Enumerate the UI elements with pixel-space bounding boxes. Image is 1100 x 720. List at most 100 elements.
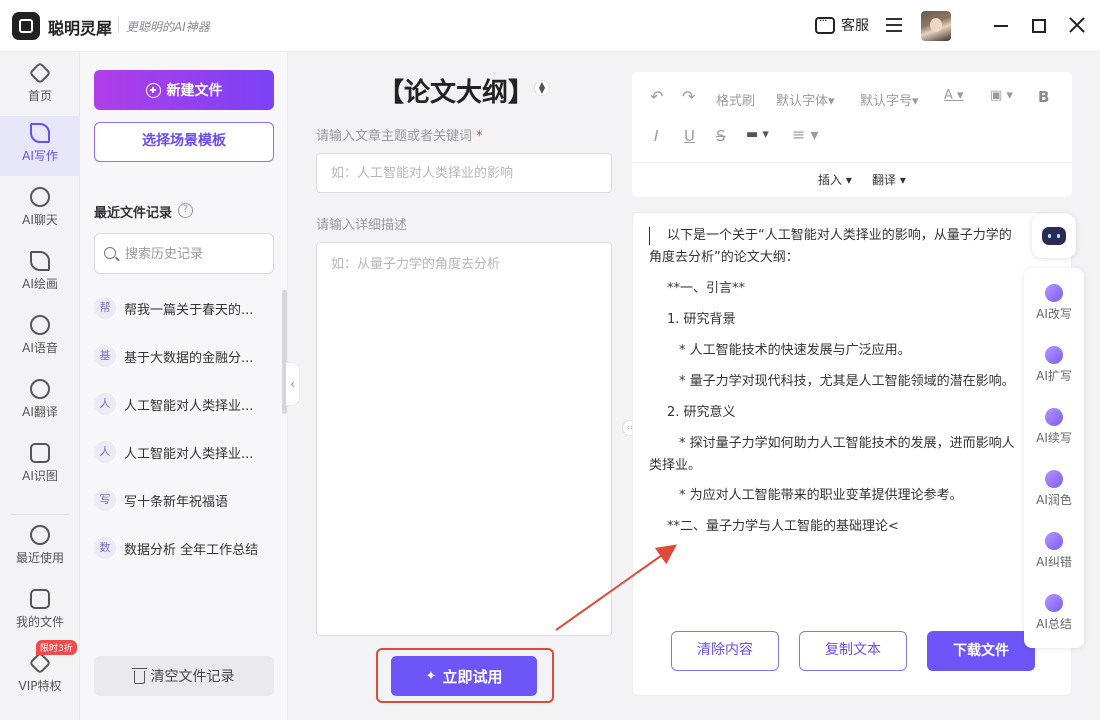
clear-content-button[interactable]: 清除内容 xyxy=(671,631,779,671)
switch-type-icon[interactable]: ▲ ▼ xyxy=(534,80,550,96)
app-slogan: 更聪明的AI神器 xyxy=(126,20,210,34)
italic-button[interactable]: I xyxy=(654,127,658,145)
file-tag: 人 xyxy=(94,393,116,415)
nav-label: AI写作 xyxy=(22,149,58,163)
help-icon[interactable]: ? xyxy=(178,203,193,218)
nav-item-ai-translate[interactable]: AI翻译 xyxy=(0,372,80,432)
translate-menu[interactable]: 翻译 ▾ xyxy=(872,171,906,188)
new-file-button[interactable]: 新建文件 xyxy=(94,70,274,110)
close-icon[interactable] xyxy=(1066,14,1088,36)
file-list-item[interactable]: 写 写十条新年祝福语 xyxy=(94,485,274,515)
required-mark: * xyxy=(476,129,483,144)
detail-label: 请输入详细描述 xyxy=(316,218,408,233)
font-size-select[interactable]: 默认字号▾ xyxy=(860,90,919,109)
nav-item-ai-painting[interactable]: AI绘画 xyxy=(0,244,80,304)
recent-files-title: 最近文件记录 xyxy=(94,206,173,221)
file-tag: 帮 xyxy=(94,297,116,319)
file-list-item[interactable]: 人 人工智能对人类择业... xyxy=(94,389,274,419)
editor-line: * 为应对人工智能带来的职业变革提供理论参考。 xyxy=(679,488,963,503)
file-tag: 人 xyxy=(94,441,116,463)
topic-label: 请输入文章主题或者关键词 * xyxy=(316,125,483,144)
history-search-input[interactable] xyxy=(125,244,269,264)
maximize-icon[interactable] xyxy=(1032,19,1046,33)
strikethrough-button[interactable]: S xyxy=(716,127,726,145)
diamond-icon xyxy=(28,651,52,675)
bold-button[interactable]: B xyxy=(1038,88,1049,106)
editor-line: **二、量子力学与人工智能的基础理论< xyxy=(667,519,899,534)
undo-icon[interactable]: ↶ xyxy=(650,87,663,106)
editor-toolbar: ↶ ↷ 格式刷 默认字体▾ 默认字号▾ A ▾ ▣ ▾ B I U S ▬ ▾ … xyxy=(632,72,1072,197)
expand-icon xyxy=(1045,346,1063,364)
nav-item-ai-voice[interactable]: AI语音 xyxy=(0,308,80,368)
nav-label: 最近使用 xyxy=(15,551,64,565)
image-scan-icon xyxy=(30,443,50,463)
ai-continue-button[interactable]: AI续写 xyxy=(1024,408,1084,446)
customer-service-button[interactable]: 客服 xyxy=(815,14,869,35)
collapse-panel-toggle[interactable]: ‹ xyxy=(286,362,300,406)
editor-line: 角度去分析”的论文大纲： xyxy=(649,250,799,265)
font-family-select[interactable]: 默认字体▾ xyxy=(776,90,835,109)
highlight-color-icon[interactable]: ▣ ▾ xyxy=(990,88,1013,103)
nav-item-home[interactable]: 首页 xyxy=(0,56,80,116)
editor-line: **一、引言** xyxy=(667,281,746,296)
select-template-button[interactable]: 选择场景模板 xyxy=(94,122,274,162)
editor-line: 1. 研究背景 xyxy=(667,312,736,327)
clear-records-button[interactable]: 清空文件记录 xyxy=(94,656,274,696)
voice-icon xyxy=(30,315,50,335)
file-list-item[interactable]: 人 人工智能对人类择业... xyxy=(94,437,274,467)
nav-label: 首页 xyxy=(27,89,52,103)
topic-input[interactable] xyxy=(316,153,612,193)
copy-text-button[interactable]: 复制文本 xyxy=(799,631,907,671)
ai-tool-label: AI扩写 xyxy=(1036,369,1072,383)
ai-polish-button[interactable]: AI润色 xyxy=(1024,470,1084,508)
font-color-icon[interactable]: A ▾ xyxy=(944,88,964,103)
minimize-icon[interactable] xyxy=(994,25,1008,27)
user-avatar[interactable] xyxy=(921,11,951,41)
download-file-button[interactable]: 下载文件 xyxy=(927,631,1035,671)
menu-icon[interactable] xyxy=(886,18,902,32)
nav-label: AI语音 xyxy=(22,341,58,355)
ai-summary-button[interactable]: AI总结 xyxy=(1024,594,1084,632)
ai-tool-label: AI纠错 xyxy=(1036,555,1072,569)
ai-correct-button[interactable]: AI纠错 xyxy=(1024,532,1084,570)
search-icon xyxy=(104,247,116,259)
ai-tool-label: AI续写 xyxy=(1036,431,1072,445)
file-title: 人工智能对人类择业... xyxy=(124,398,254,414)
file-title: 写十条新年祝福语 xyxy=(124,494,229,510)
redo-icon[interactable]: ↷ xyxy=(682,87,695,106)
detail-textarea[interactable] xyxy=(316,242,612,636)
file-list-item[interactable]: 基 基于大数据的金融分... xyxy=(94,341,274,371)
rewrite-icon xyxy=(1045,284,1063,302)
app-logo-icon xyxy=(12,12,40,40)
file-list-item[interactable]: 帮 帮我一篇关于春天的... xyxy=(94,293,274,323)
nav-item-ai-writing[interactable]: AI写作 xyxy=(0,116,80,176)
nav-item-ai-image-recognition[interactable]: AI识图 xyxy=(0,436,80,496)
more-format-icon[interactable]: ▬ ▾ xyxy=(746,127,769,142)
format-painter-button[interactable]: 格式刷 xyxy=(716,90,755,109)
nav-item-vip[interactable]: VIP特权 xyxy=(0,646,80,706)
ai-tool-label: AI润色 xyxy=(1036,493,1072,507)
chat-bubble-icon xyxy=(815,14,835,34)
align-icon[interactable]: ≡ ▾ xyxy=(792,125,819,144)
insert-menu[interactable]: 插入 ▾ xyxy=(818,171,852,188)
editor-content[interactable]: 以下是一个关于“人工智能对人类择业的影响，从量子力学的 角度去分析”的论文大纲：… xyxy=(632,212,1072,696)
ai-robot-icon[interactable] xyxy=(1032,214,1076,258)
nav-item-recent[interactable]: 最近使用 xyxy=(0,518,80,578)
ai-tool-label: AI改写 xyxy=(1036,307,1072,321)
file-tag: 基 xyxy=(94,345,116,367)
editor-line: * 量子力学对现代科技，尤其是人工智能领域的潜在影响。 xyxy=(679,374,1015,389)
nav-item-ai-chat[interactable]: AI聊天 xyxy=(0,180,80,240)
try-now-button[interactable]: ✦ 立即试用 xyxy=(391,656,537,696)
editor-line: 以下是一个关于“人工智能对人类择业的影响，从量子力学的 xyxy=(667,228,1012,243)
nav-label: 我的文件 xyxy=(15,615,64,629)
nav-item-my-files[interactable]: 我的文件 xyxy=(0,582,80,642)
underline-button[interactable]: U xyxy=(684,127,695,145)
new-file-label: 新建文件 xyxy=(166,83,223,99)
file-title: 帮我一篇关于春天的... xyxy=(124,302,254,318)
toolbar-divider xyxy=(632,162,1072,163)
correct-icon xyxy=(1045,532,1063,550)
ai-rewrite-button[interactable]: AI改写 xyxy=(1024,284,1084,322)
file-list-item[interactable]: 数 数据分析 全年工作总结 xyxy=(94,533,274,563)
nav-label: AI绘画 xyxy=(22,277,58,291)
ai-expand-button[interactable]: AI扩写 xyxy=(1024,346,1084,384)
